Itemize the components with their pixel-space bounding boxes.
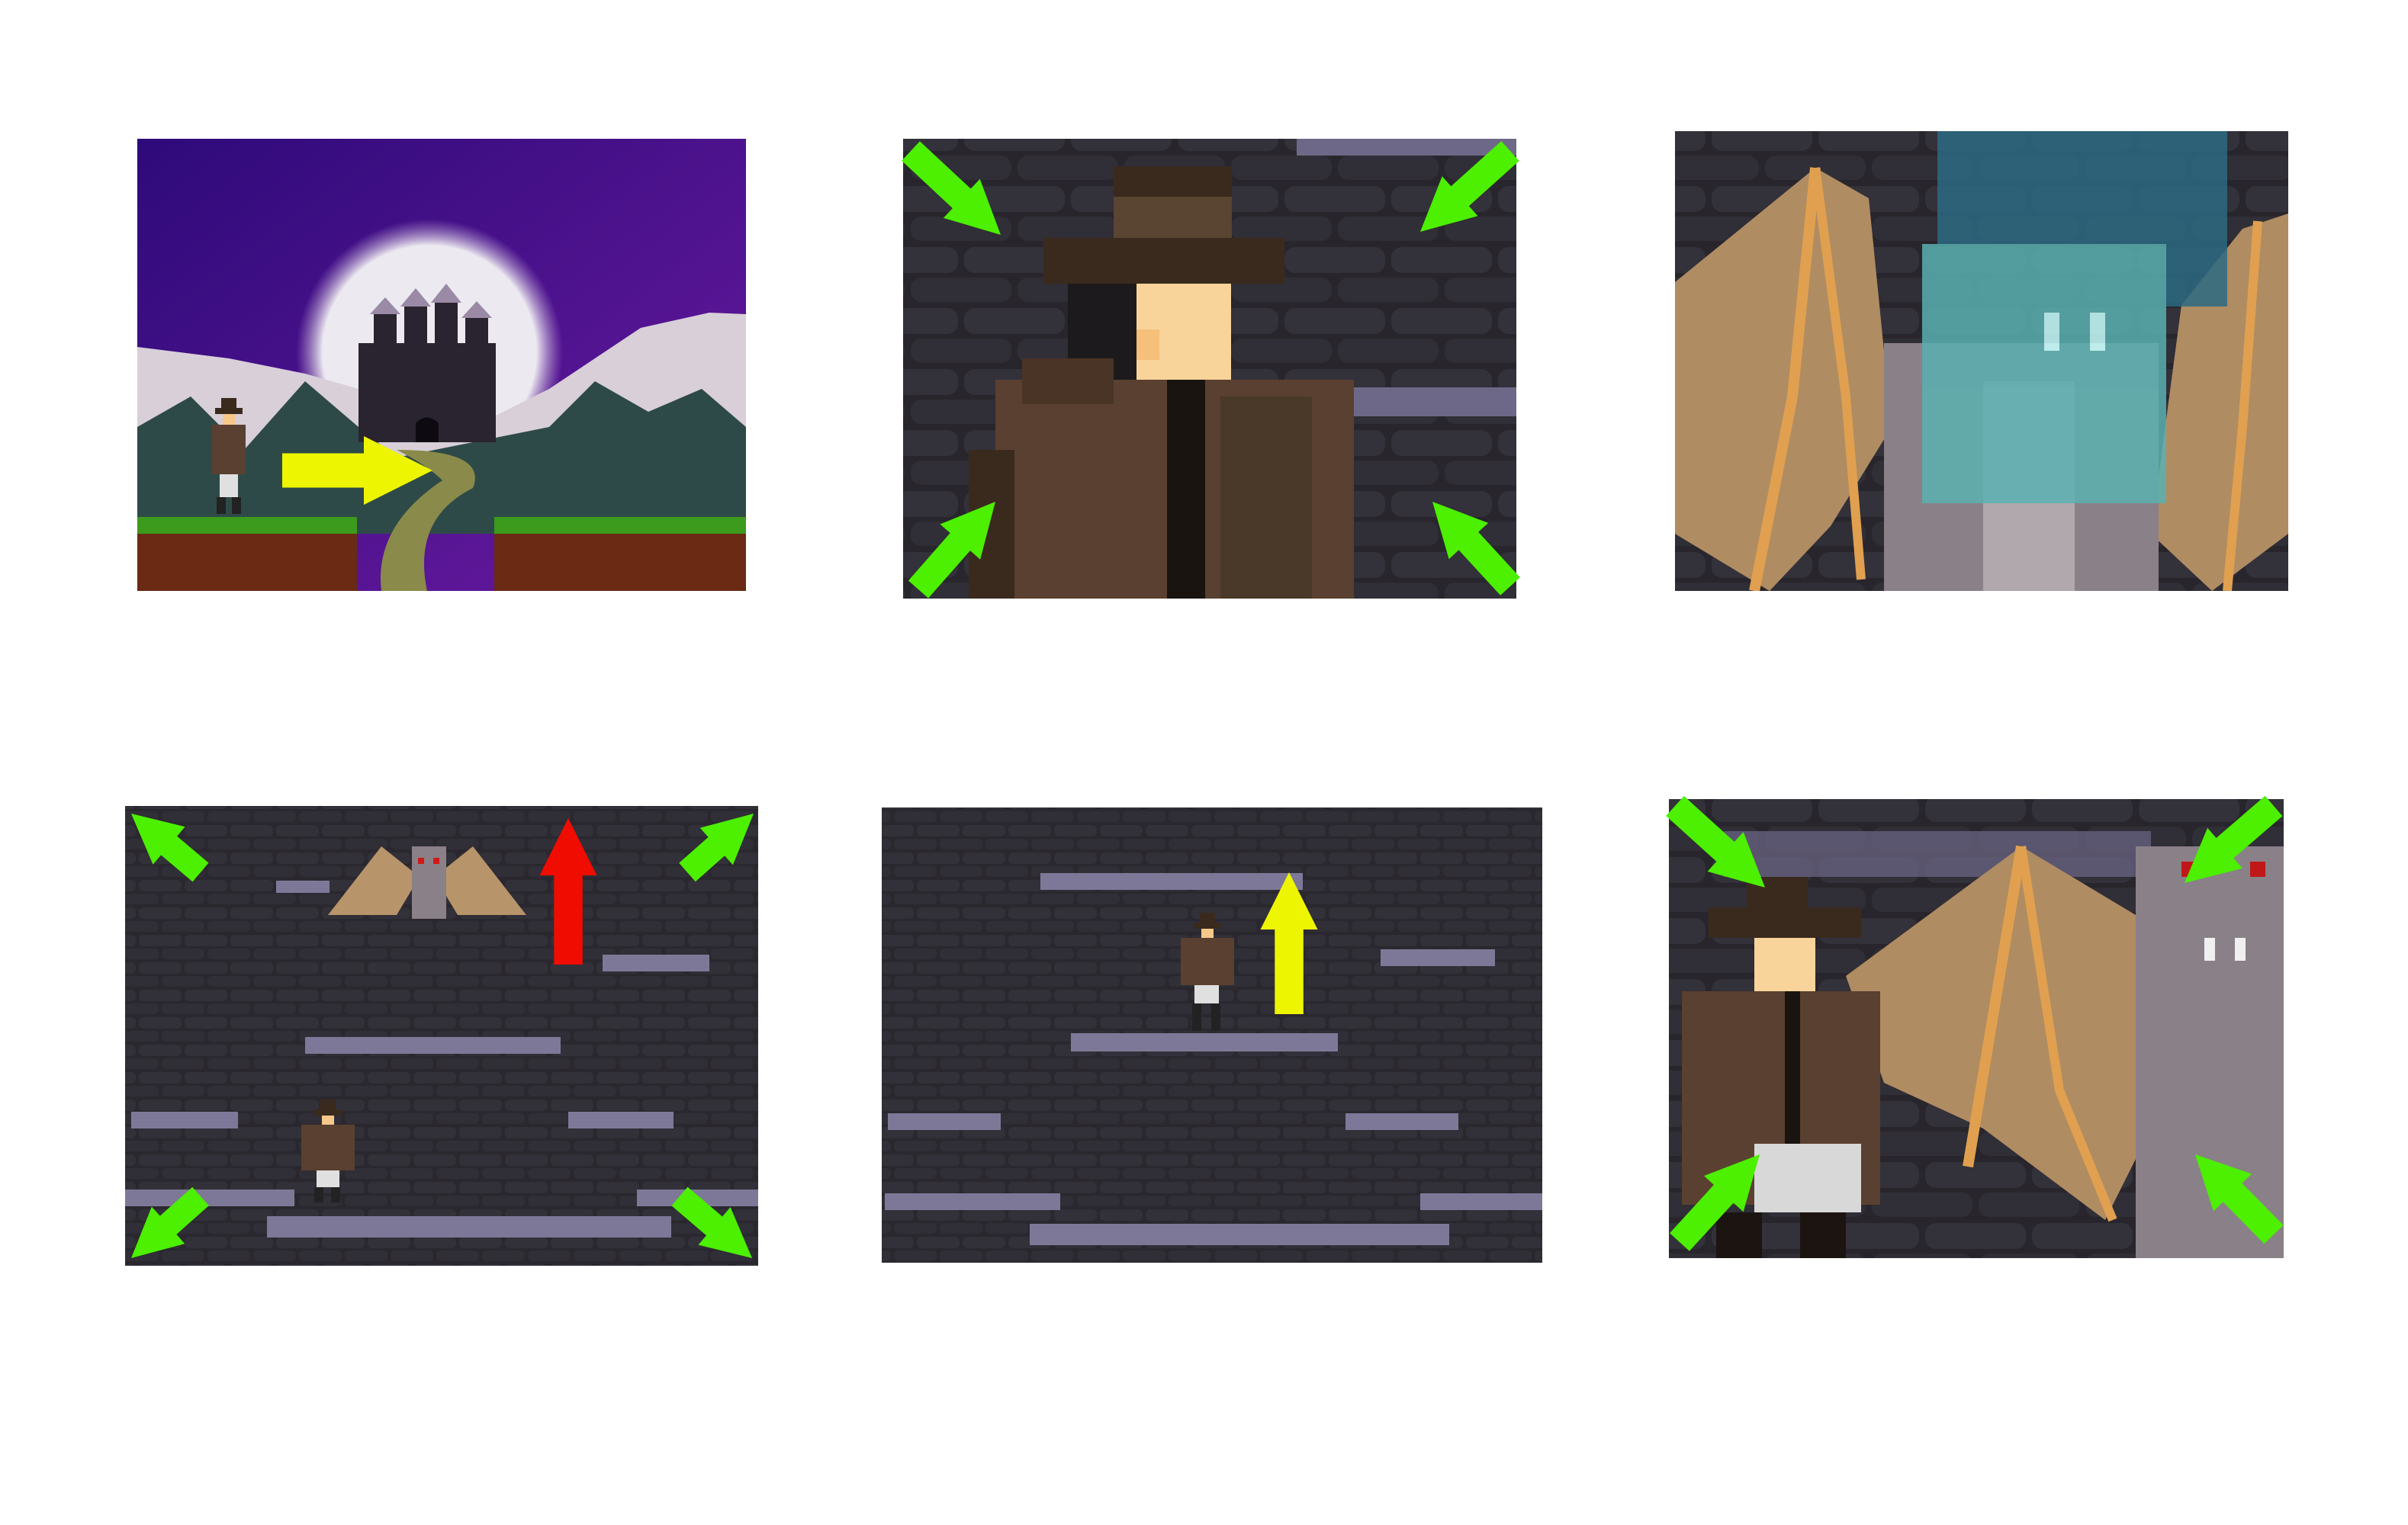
castle [358, 284, 496, 442]
panel-hero-closeup [903, 139, 1516, 599]
dirt-left [137, 534, 357, 591]
grass-platform-left [137, 517, 357, 534]
storyboard [125, 131, 2288, 1266]
stone-ledge [1297, 139, 1516, 156]
stone-ledge [1724, 831, 2151, 877]
panel-dungeon-bat-appears [125, 806, 758, 1266]
panel-castle-intro [137, 139, 746, 591]
dirt-right [494, 534, 746, 591]
grass-platform-right [494, 517, 746, 534]
panel-dungeon-hero-jump [882, 807, 1542, 1263]
panel-bat-ghost-closeup [1675, 131, 2288, 591]
stone-ledge [1342, 387, 1516, 416]
